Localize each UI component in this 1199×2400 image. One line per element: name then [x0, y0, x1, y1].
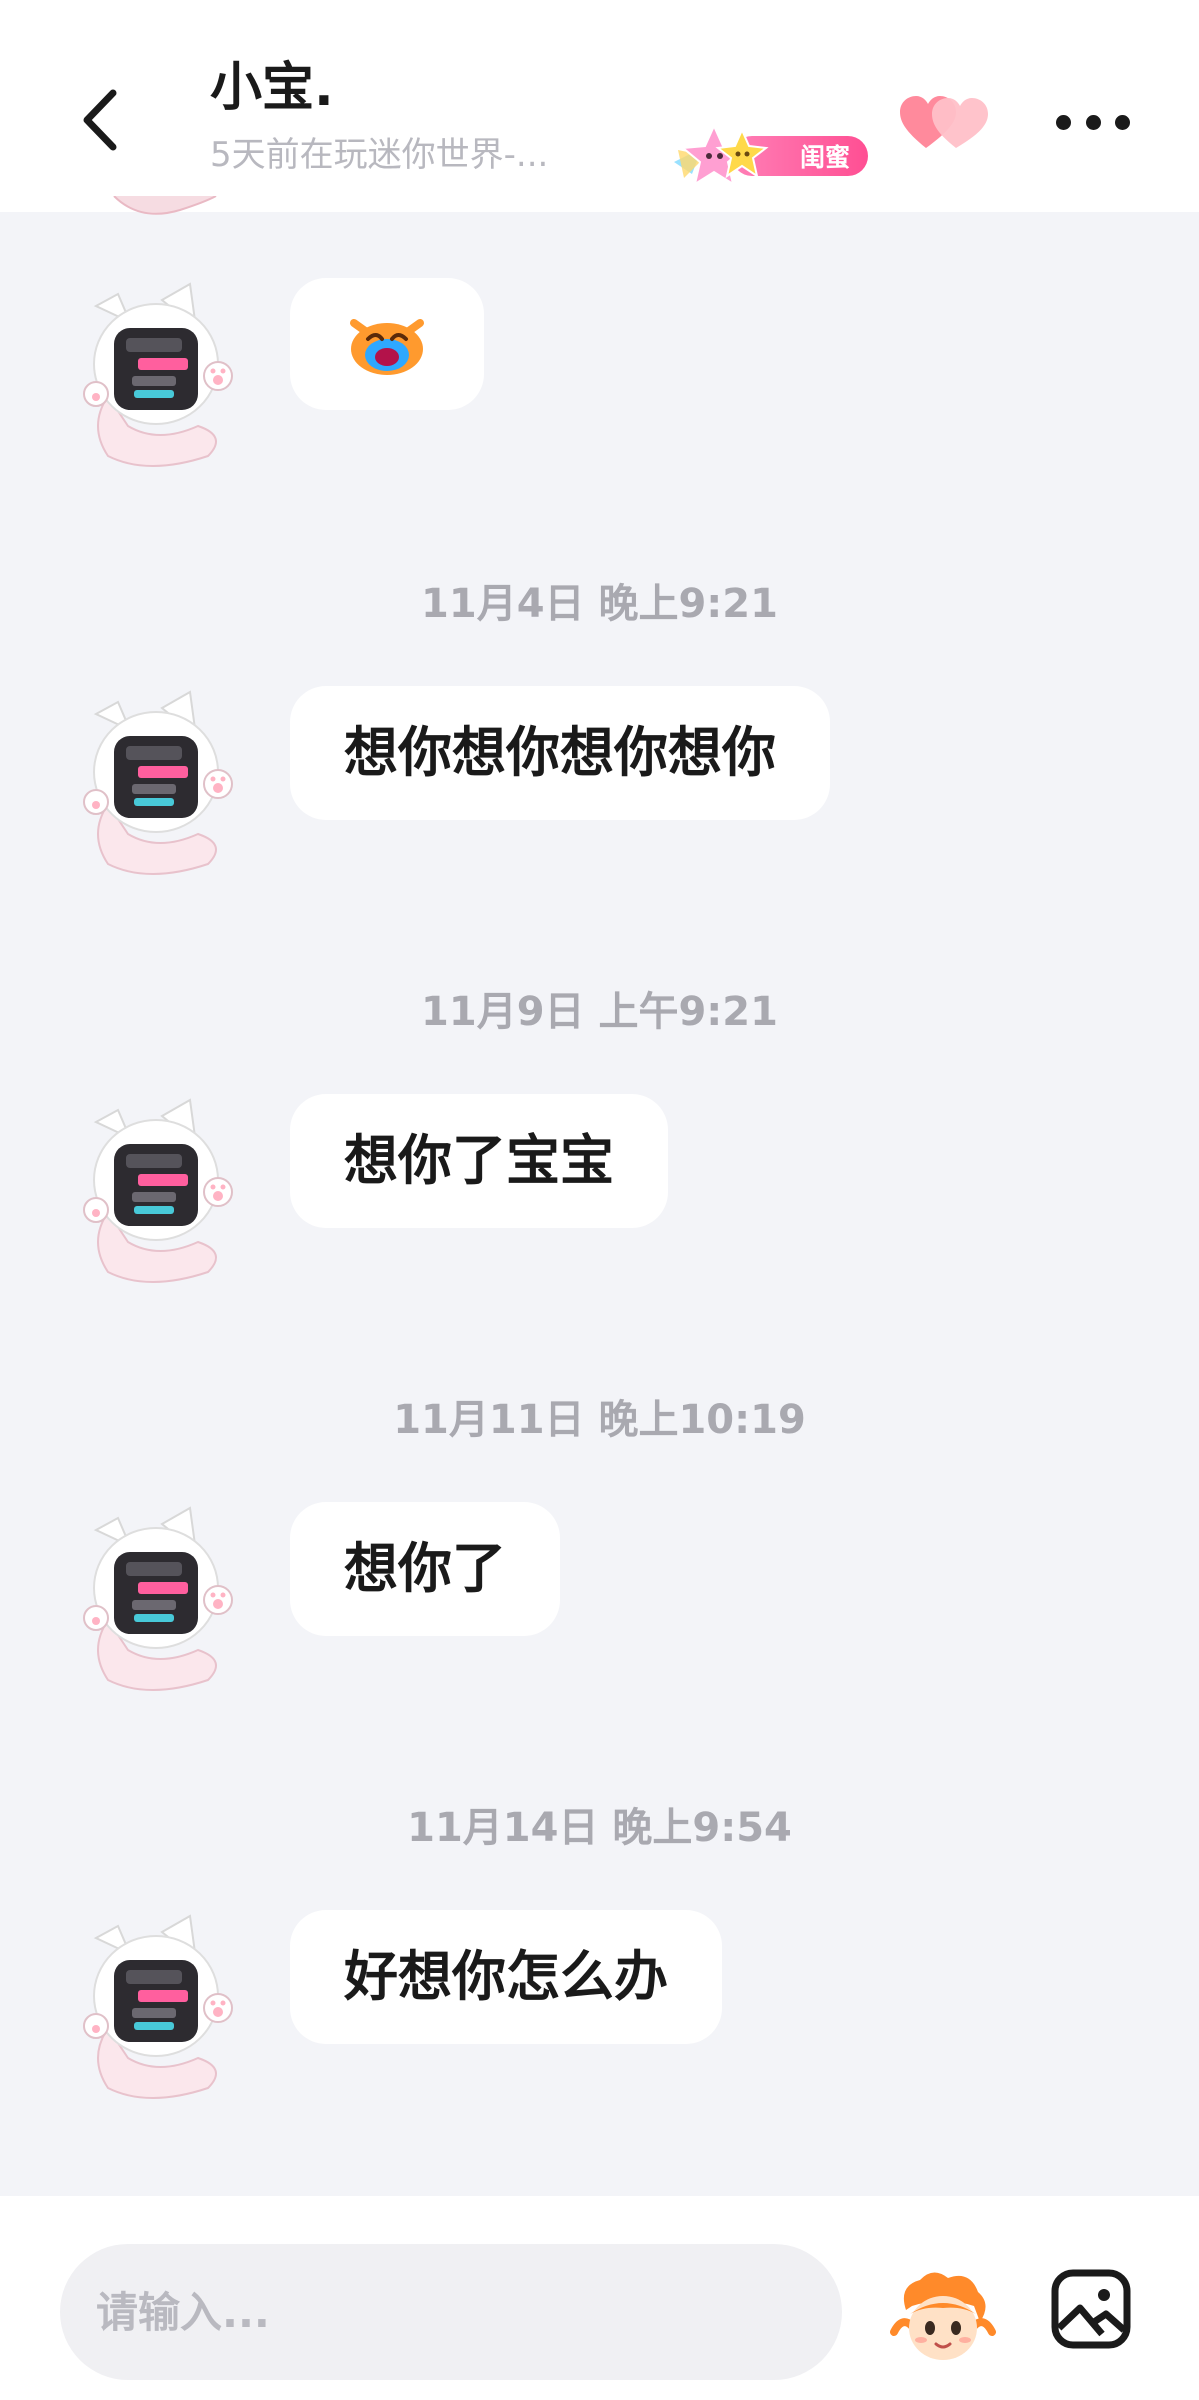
message-timestamp: 11月11日 晚上10:19	[393, 1397, 806, 1443]
contact-avatar[interactable]	[78, 1500, 256, 1694]
contact-avatar[interactable]	[78, 1092, 256, 1286]
message-timestamp: 11月14日 晚上9:54	[407, 1805, 792, 1851]
message-bubble[interactable]: 想你了宝宝	[290, 1094, 668, 1228]
back-button[interactable]	[64, 80, 134, 160]
contact-avatar[interactable]	[78, 1908, 256, 2102]
input-bar	[0, 2196, 1199, 2400]
message-timestamp: 11月4日 晚上9:21	[421, 581, 778, 627]
image-button[interactable]	[1050, 2268, 1132, 2350]
more-dots-icon	[1056, 114, 1071, 130]
contact-name[interactable]: 小宝.	[210, 62, 334, 114]
emoji-face-icon	[890, 2272, 996, 2360]
message-bubble-sticker[interactable]	[290, 278, 484, 410]
relationship-badge[interactable]: 闺蜜	[672, 122, 872, 188]
message-bubble[interactable]: 想你想你想你想你	[290, 686, 830, 820]
chat-header: 小宝. 5天前在玩迷你世界-... 闺蜜	[0, 0, 1199, 212]
message-bubble[interactable]: 好想你怎么办	[290, 1910, 722, 2044]
message-input[interactable]	[60, 2244, 842, 2380]
chevron-left-icon	[83, 89, 117, 151]
contact-avatar[interactable]	[78, 684, 256, 878]
crying-face-sticker	[350, 319, 424, 375]
image-icon	[1051, 2269, 1131, 2349]
hearts-button[interactable]	[896, 88, 992, 158]
emoji-button[interactable]	[888, 2266, 998, 2366]
message-bubble[interactable]: 想你了	[290, 1502, 560, 1636]
contact-status: 5天前在玩迷你世界-...	[210, 135, 549, 175]
more-button[interactable]	[1056, 100, 1130, 144]
star-badge-icon	[674, 123, 769, 187]
avatar-partial	[113, 196, 217, 215]
message-timestamp: 11月9日 上午9:21	[421, 989, 778, 1035]
hearts-icon	[900, 96, 988, 148]
contact-avatar[interactable]	[78, 276, 256, 470]
